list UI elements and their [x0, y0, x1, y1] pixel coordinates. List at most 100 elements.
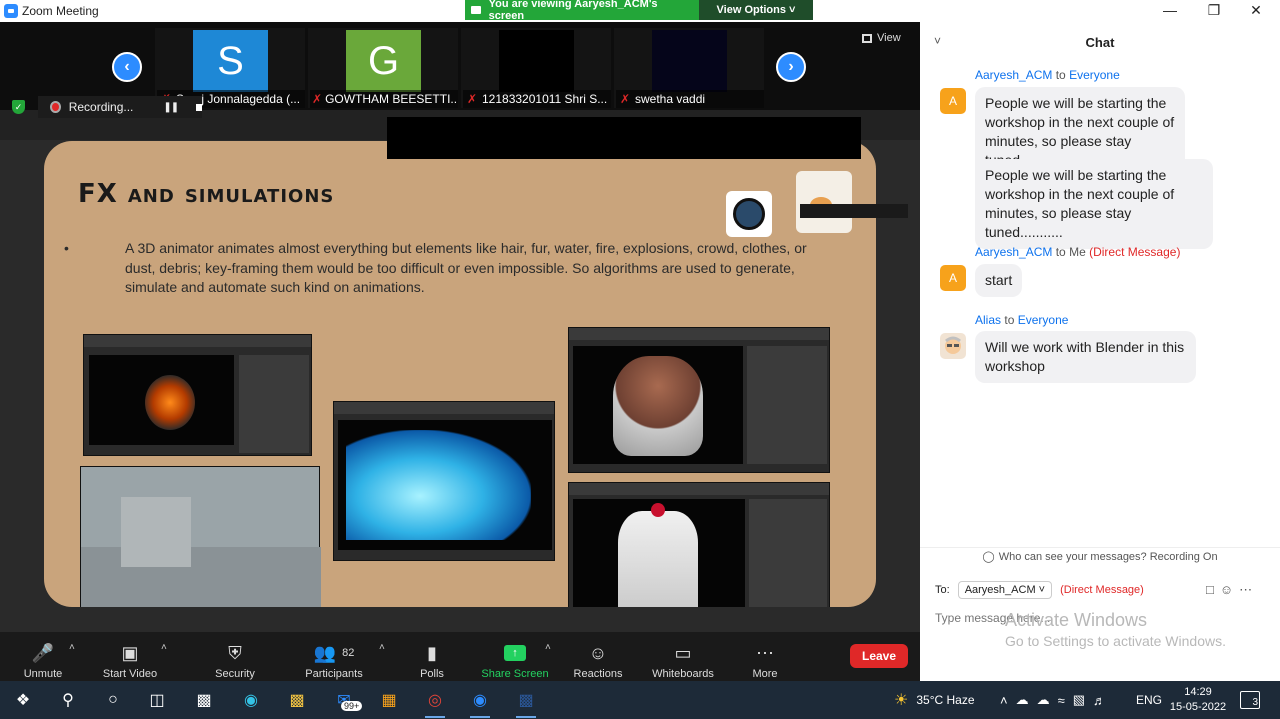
battery-icon[interactable]: ▧: [1073, 692, 1093, 708]
pause-recording-icon[interactable]: ❚❚: [163, 102, 179, 113]
message-header: Aaryesh_ACM to Me (Direct Message): [975, 245, 1180, 259]
filmstrip-prev-icon[interactable]: ‹: [112, 52, 142, 82]
edge-browser-icon[interactable]: ◉: [238, 687, 264, 713]
muted-mic-icon: 🎤: [31, 642, 55, 663]
share-options-chevron-icon[interactable]: ˄: [545, 642, 551, 653]
share-screen-icon: ↑: [504, 642, 526, 664]
start-video-button[interactable]: ▣ Start Video: [100, 634, 160, 681]
mail-icon[interactable]: ✉99+: [331, 687, 363, 713]
file-explorer-icon[interactable]: ▩: [284, 687, 310, 713]
muted-mic-icon: ✗: [312, 92, 323, 106]
message-sender[interactable]: Aaryesh_ACM: [975, 245, 1052, 259]
chat-tools: □☺⋯: [1206, 582, 1258, 598]
chat-message-bubble[interactable]: start: [975, 264, 1023, 297]
restore-icon[interactable]: ❐: [1194, 0, 1234, 20]
clock-date: 15-05-2022: [1169, 701, 1227, 713]
volume-icon[interactable]: ♬: [1093, 693, 1114, 708]
system-tray-icons: ˄ ☁ ☁ ≈ ▧ ♬: [1000, 681, 1114, 719]
participant-name-bar: ✗ swetha vaddi: [616, 90, 764, 108]
system-clock[interactable]: 14:29 15-05-2022: [1168, 685, 1228, 715]
chat-message-bubble[interactable]: Will we work with Blender in this worksh…: [975, 331, 1196, 383]
recipient-dropdown[interactable]: Aaryesh_ACM ˅: [957, 581, 1053, 599]
whiteboard-icon: ▭: [674, 642, 692, 663]
fur-sim-screenshot: [568, 327, 830, 473]
minimize-icon[interactable]: —: [1150, 0, 1190, 20]
more-button[interactable]: ⋯ More: [748, 634, 782, 681]
participants-count: 82: [342, 647, 355, 659]
direct-message-tag: (Direct Message): [1089, 245, 1181, 259]
redacted-bar: [800, 204, 908, 218]
participant-name: 121833201011 Shri S...: [482, 92, 608, 106]
participants-chevron-icon[interactable]: ˄: [379, 642, 385, 653]
participant-tile[interactable]: G ✗ GOWTHAM BEESETTI...: [308, 28, 458, 108]
leave-button[interactable]: Leave: [850, 644, 908, 668]
filmstrip-next-icon[interactable]: ›: [776, 52, 806, 82]
zoom-logo-icon: [4, 4, 18, 18]
word-icon[interactable]: ▩: [513, 687, 539, 718]
whiteboards-button[interactable]: ▭ Whiteboards: [649, 634, 717, 681]
message-sender[interactable]: Aaryesh_ACM: [975, 68, 1052, 82]
zoom-app-icon[interactable]: ◉: [467, 687, 493, 718]
notification-center-icon[interactable]: 3: [1240, 691, 1260, 709]
encryption-shield-icon[interactable]: ✓: [12, 100, 25, 114]
tray-chevron-icon[interactable]: ˄: [1000, 693, 1016, 708]
message-to-word: to: [1004, 313, 1015, 327]
more-label: More: [752, 668, 778, 680]
terminal-icon[interactable]: ▩: [191, 687, 217, 713]
store-icon[interactable]: ▦: [376, 687, 402, 713]
activate-line2: Go to Settings to activate Windows.: [1005, 633, 1226, 649]
view-button-label: View: [877, 32, 901, 44]
emoji-icon[interactable]: ☺: [1220, 582, 1239, 597]
slide-bullet-text: A 3D animator animates almost everything…: [125, 240, 807, 295]
debris-sim-screenshot: [80, 466, 321, 607]
presentation-slide: FX and simulations • A 3D animator anima…: [44, 141, 876, 607]
search-icon[interactable]: ⚲: [55, 687, 81, 713]
close-icon[interactable]: ✕: [1236, 0, 1276, 20]
recording-dot-icon: [50, 101, 61, 113]
participants-button[interactable]: 👥 82 Participants: [302, 634, 366, 681]
polls-button[interactable]: ▮ Polls: [416, 634, 448, 681]
person-lock-icon: ◯: [982, 551, 995, 563]
chat-panel: ˅ Chat Aaryesh_ACM to Everyone A People …: [920, 22, 1280, 682]
chrome-icon[interactable]: ◎: [422, 687, 448, 718]
participant-name-bar: ✗ GOWTHAM BEESETTI...: [310, 90, 458, 108]
file-icon[interactable]: □: [1206, 582, 1220, 597]
message-header: Alias to Everyone: [975, 313, 1068, 327]
share-screen-button[interactable]: ↑ Share Screen: [480, 634, 550, 680]
to-label: To:: [935, 584, 950, 596]
direct-message-tag: (Direct Message): [1060, 584, 1144, 596]
onedrive-icon[interactable]: ☁: [1037, 692, 1058, 708]
polls-label: Polls: [420, 668, 444, 680]
view-button[interactable]: View: [862, 32, 901, 44]
viewing-status-text: You are viewing Aaryesh_ACM's screen: [488, 0, 658, 22]
language-indicator[interactable]: ENG: [1136, 681, 1162, 719]
who-can-see-link[interactable]: ◯ Who can see your messages? Recording O…: [920, 547, 1280, 565]
globe-sticker-icon: [726, 191, 772, 237]
audio-options-chevron-icon[interactable]: ˄: [69, 642, 75, 653]
chat-message-bubble[interactable]: People we will be starting the workshop …: [975, 159, 1213, 249]
cortana-icon[interactable]: ○: [100, 687, 126, 713]
meeting-toolbar: 🎤 Unmute ˄ ▣ Start Video ˄ ⛨ Security 👥 8…: [0, 632, 920, 681]
view-options-button[interactable]: View Options ˅: [699, 0, 813, 20]
message-sender[interactable]: Alias: [975, 313, 1001, 327]
security-button[interactable]: ⛨ Security: [212, 634, 258, 681]
participant-avatar: S: [193, 30, 268, 92]
unmute-button[interactable]: 🎤 Unmute: [20, 634, 66, 681]
message-to-word: to: [1055, 245, 1066, 259]
video-options-chevron-icon[interactable]: ˄: [161, 642, 167, 653]
windows-start-icon[interactable]: ❖: [10, 687, 36, 713]
weather-widget[interactable]: ☀ 35°C Haze: [894, 681, 975, 719]
participant-name: swetha vaddi: [635, 92, 706, 106]
participant-tile[interactable]: ✗ swetha vaddi: [614, 28, 764, 108]
stop-recording-icon[interactable]: [196, 103, 202, 111]
recipient-row: To: Aaryesh_ACM ˅ (Direct Message): [935, 579, 1144, 601]
task-view-icon[interactable]: ◫: [144, 687, 170, 713]
reactions-button[interactable]: ☺ Reactions: [572, 634, 624, 681]
participant-name-bar: ✗ 121833201011 Shri S...: [463, 90, 611, 108]
slide-bullet: • A 3D animator animates almost everythi…: [64, 239, 834, 298]
wifi-icon[interactable]: ≈: [1058, 693, 1073, 708]
more-options-icon[interactable]: ⋯: [1239, 582, 1258, 597]
participant-tile[interactable]: ✗ 121833201011 Shri S...: [461, 28, 611, 108]
cloud-icon[interactable]: ☁: [1016, 692, 1037, 708]
cloth-sim-screenshot: [568, 482, 830, 607]
